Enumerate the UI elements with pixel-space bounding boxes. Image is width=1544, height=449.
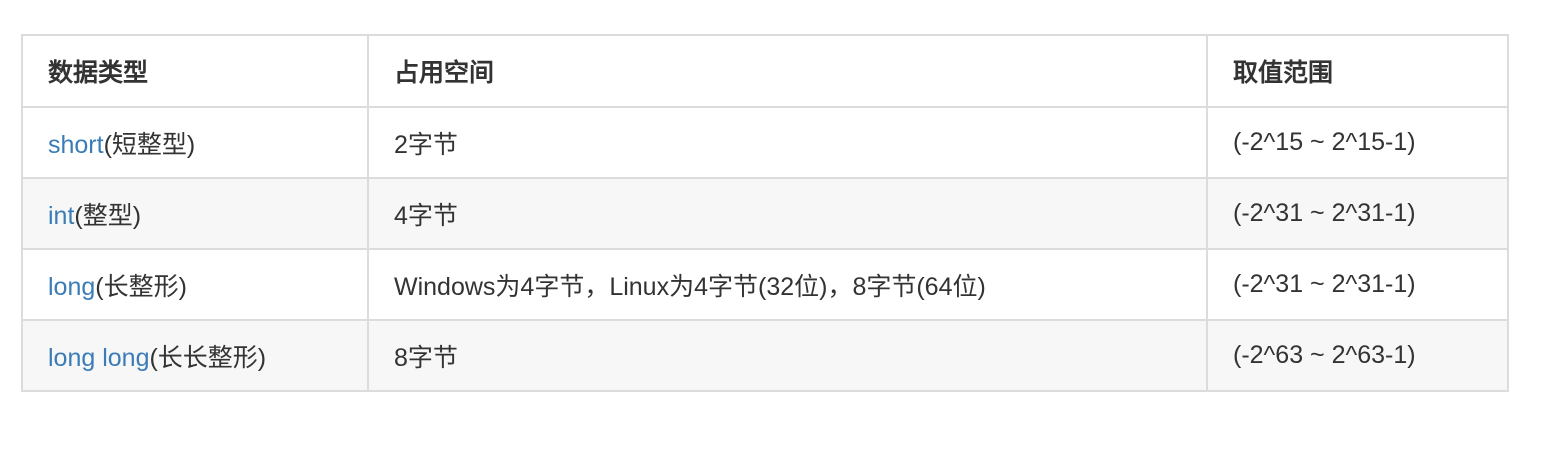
table-row: long long(长长整形) 8字节 (-2^63 ~ 2^63-1)	[21, 319, 1509, 392]
type-keyword: long long	[48, 343, 150, 372]
type-note: (短整型)	[103, 130, 196, 159]
cell-data-type: int(整型)	[21, 177, 369, 250]
cell-data-type: long(长整形)	[21, 248, 369, 321]
cell-range: (-2^31 ~ 2^31-1)	[1206, 177, 1509, 250]
type-note: (长整形)	[95, 272, 187, 301]
table-header: 数据类型 占用空间 取值范围	[21, 34, 1509, 108]
table-row: short(短整型) 2字节 (-2^15 ~ 2^15-1)	[21, 106, 1509, 179]
cell-data-type: short(短整型)	[21, 106, 369, 179]
cell-size: 4字节	[367, 177, 1208, 250]
cell-range: (-2^63 ~ 2^63-1)	[1206, 319, 1509, 392]
type-note: (长长整形)	[149, 343, 267, 372]
type-note: (整型)	[74, 201, 142, 230]
cell-size: 8字节	[367, 319, 1208, 392]
cell-range: (-2^31 ~ 2^31-1)	[1206, 248, 1509, 321]
table-row: long(长整形) Windows为4字节，Linux为4字节(32位)，8字节…	[21, 248, 1509, 321]
cell-range: (-2^15 ~ 2^15-1)	[1206, 106, 1509, 179]
cell-size: 2字节	[367, 106, 1208, 179]
data-types-table-container: 数据类型 占用空间 取值范围 short(短整型) 2字节 (-2^15 ~ 2…	[21, 34, 1509, 392]
cell-size: Windows为4字节，Linux为4字节(32位)，8字节(64位)	[367, 248, 1208, 321]
integer-types-table: 数据类型 占用空间 取值范围 short(短整型) 2字节 (-2^15 ~ 2…	[21, 34, 1509, 392]
type-keyword: int	[48, 201, 75, 230]
header-range: 取值范围	[1206, 34, 1509, 108]
header-size: 占用空间	[367, 34, 1208, 108]
table-row: int(整型) 4字节 (-2^31 ~ 2^31-1)	[21, 177, 1509, 250]
header-row: 数据类型 占用空间 取值范围	[21, 34, 1509, 108]
header-data-type: 数据类型	[21, 34, 369, 108]
table-body: short(短整型) 2字节 (-2^15 ~ 2^15-1) int(整型) …	[21, 106, 1509, 392]
type-keyword: long	[48, 272, 96, 301]
type-keyword: short	[48, 130, 104, 159]
cell-data-type: long long(长长整形)	[21, 319, 369, 392]
